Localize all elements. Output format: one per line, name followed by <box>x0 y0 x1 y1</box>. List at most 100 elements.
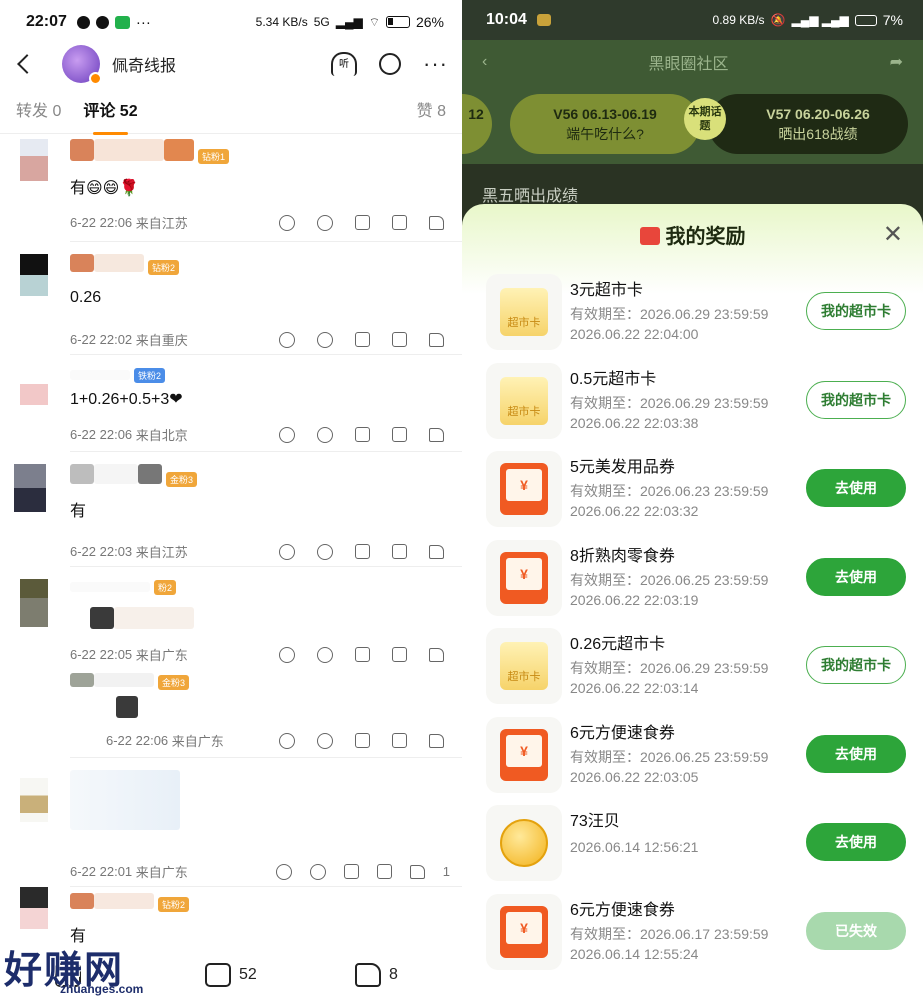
comment-time: 6-22 22:06 <box>70 427 133 442</box>
comment-item[interactable]: 钻粉1 有😄😄🌹 6-22 22:06 来自江苏 <box>0 135 462 241</box>
username-blur <box>94 673 154 687</box>
comment-list: 钻粉1 有😄😄🌹 6-22 22:06 来自江苏 钻粉2 0.26 6-22 2… <box>0 135 462 967</box>
coupon-symbol: ¥ <box>506 469 542 501</box>
comment-icon[interactable] <box>205 963 231 987</box>
topic-pill-current[interactable]: V57 06.20-06.26 晒出618战绩 <box>708 94 908 154</box>
comment-item[interactable]: 金粉3 有 6-22 22:03 来自江苏 <box>0 452 462 566</box>
reply-icon[interactable] <box>392 647 407 662</box>
commenter-avatar[interactable] <box>20 778 48 822</box>
report-icon[interactable] <box>279 331 295 348</box>
tab-bar: 转发 0 评论 52 赞 8 <box>0 84 462 135</box>
username-blur <box>70 139 94 161</box>
reward-item: ¥8折熟肉零食券 有效期至：2026.06.25 23:59:59 2026.06.… <box>486 536 906 620</box>
report-icon[interactable] <box>279 646 295 663</box>
share-icon[interactable] <box>355 427 370 442</box>
like-icon[interactable] <box>429 427 444 442</box>
use-button[interactable]: 去使用 <box>806 823 906 861</box>
dislike-icon[interactable] <box>317 331 333 348</box>
fan-badge: 金粉3 <box>158 675 190 691</box>
share-icon[interactable] <box>355 733 370 748</box>
my-card-button[interactable]: 我的超市卡 <box>806 292 906 330</box>
dislike-icon[interactable] <box>317 646 333 663</box>
like-icon[interactable] <box>429 647 444 662</box>
share-icon[interactable]: ➦ <box>890 52 903 72</box>
my-card-button[interactable]: 我的超市卡 <box>806 646 906 684</box>
gift-icon <box>639 227 660 245</box>
reply-icon[interactable] <box>392 733 407 748</box>
use-button[interactable]: 去使用 <box>806 557 906 596</box>
comment-item[interactable]: 钻粉2 0.26 6-22 22:02 来自重庆 <box>0 242 462 354</box>
reward-expiry: 有效期至：2026.06.29 23:59:59 <box>570 394 769 411</box>
notification-icon <box>76 15 90 29</box>
like-icon[interactable] <box>429 215 444 230</box>
listen-icon[interactable]: 听 <box>331 52 358 76</box>
reward-icon-tile: 超市卡 <box>486 362 562 439</box>
supermarket-card-icon: 超市卡 <box>500 642 548 690</box>
report-icon[interactable] <box>279 214 295 231</box>
report-icon[interactable] <box>279 732 295 749</box>
like-icon[interactable] <box>409 864 425 879</box>
comment-item[interactable]: 粉2 6-22 22:05 来自广东 <box>0 567 462 667</box>
fan-badge: 金粉3 <box>166 472 198 488</box>
comment-location: 来自北京 <box>135 428 188 443</box>
dislike-icon[interactable] <box>317 426 333 443</box>
reply-icon[interactable] <box>376 864 392 879</box>
close-icon[interactable]: ✕ <box>883 220 903 249</box>
commenter-avatar[interactable] <box>20 139 48 181</box>
report-icon[interactable] <box>279 543 295 560</box>
commenter-avatar[interactable] <box>20 579 48 627</box>
dislike-icon[interactable] <box>309 863 326 880</box>
tab-comments[interactable]: 评论 52 <box>83 97 138 135</box>
share-icon[interactable] <box>343 864 359 879</box>
topic-pill[interactable]: V56 06.13-06.19 端午吃什么? <box>510 94 700 154</box>
use-button[interactable]: 去使用 <box>806 734 906 773</box>
share-icon[interactable] <box>355 215 370 230</box>
post-header: 佩奇线报 听 ··· <box>0 44 462 85</box>
use-button[interactable]: 去使用 <box>806 469 906 507</box>
app-notification-icon <box>536 14 551 26</box>
comment-text: 0.26 <box>70 289 102 306</box>
comment-time: 6-22 22:03 <box>70 544 133 559</box>
commenter-avatar[interactable] <box>14 464 46 512</box>
battery-level: 7% <box>882 12 903 28</box>
reply-icon[interactable] <box>392 427 407 442</box>
right-screen: 10:04 0.89 KB/s 🔕 ▂▄▆ ▂▄▆ 7% ‹ 黑眼圈社区 ➦ 1… <box>462 0 923 1000</box>
like-icon[interactable] <box>429 544 444 559</box>
dislike-icon[interactable] <box>317 732 333 749</box>
like-icon[interactable] <box>355 963 381 987</box>
reply-icon[interactable] <box>392 544 407 559</box>
commenter-avatar[interactable] <box>20 375 48 405</box>
reward-item: 超市卡 0.5元超市卡 有效期至：2026.06.29 23:59:59 2026.0… <box>486 359 906 443</box>
dislike-icon[interactable] <box>317 214 333 231</box>
comment-item[interactable]: 6-22 22:01 来自广东 1 <box>0 758 462 886</box>
back-icon[interactable] <box>17 54 37 74</box>
tab-likes[interactable]: 赞 8 <box>417 97 446 121</box>
reward-icon-tile <box>486 805 562 881</box>
tab-repost[interactable]: 转发 0 <box>16 97 61 121</box>
share-icon[interactable] <box>355 544 370 559</box>
author-name[interactable]: 佩奇线报 <box>112 52 176 76</box>
rewards-sheet: 我的奖励 ✕ 超市卡 3元超市卡 有效期至：2026.06.29 23:59:59 2… <box>462 204 923 1000</box>
watermark-url: zhuanges.com <box>60 982 144 996</box>
share-icon[interactable] <box>355 647 370 662</box>
more-icon[interactable]: ··· <box>423 51 448 77</box>
search-icon[interactable] <box>379 53 402 75</box>
commenter-avatar[interactable] <box>20 887 48 929</box>
comment-item[interactable]: 铁粉2 1+0.26+0.5+3❤ 6-22 22:06 来自北京 <box>0 355 462 451</box>
my-card-button[interactable]: 我的超市卡 <box>806 380 906 419</box>
dislike-icon[interactable] <box>317 543 333 560</box>
topic-pill[interactable]: 12 <box>462 94 492 154</box>
reward-date: 2026.06.14 12:55:24 <box>570 945 699 962</box>
reply-icon[interactable] <box>392 332 407 347</box>
author-avatar[interactable] <box>62 45 102 85</box>
report-icon[interactable] <box>279 426 295 443</box>
like-icon[interactable] <box>429 332 444 347</box>
report-icon[interactable] <box>275 863 292 880</box>
reply-item[interactable]: 金粉3 6-22 22:06 来自广东 <box>0 667 462 757</box>
comment-text: 有 <box>70 928 87 945</box>
reply-icon[interactable] <box>392 215 407 230</box>
comment-time: 6-22 22:01 <box>70 864 133 879</box>
share-icon[interactable] <box>355 332 370 347</box>
commenter-avatar[interactable] <box>20 254 48 296</box>
like-icon[interactable] <box>429 733 444 748</box>
